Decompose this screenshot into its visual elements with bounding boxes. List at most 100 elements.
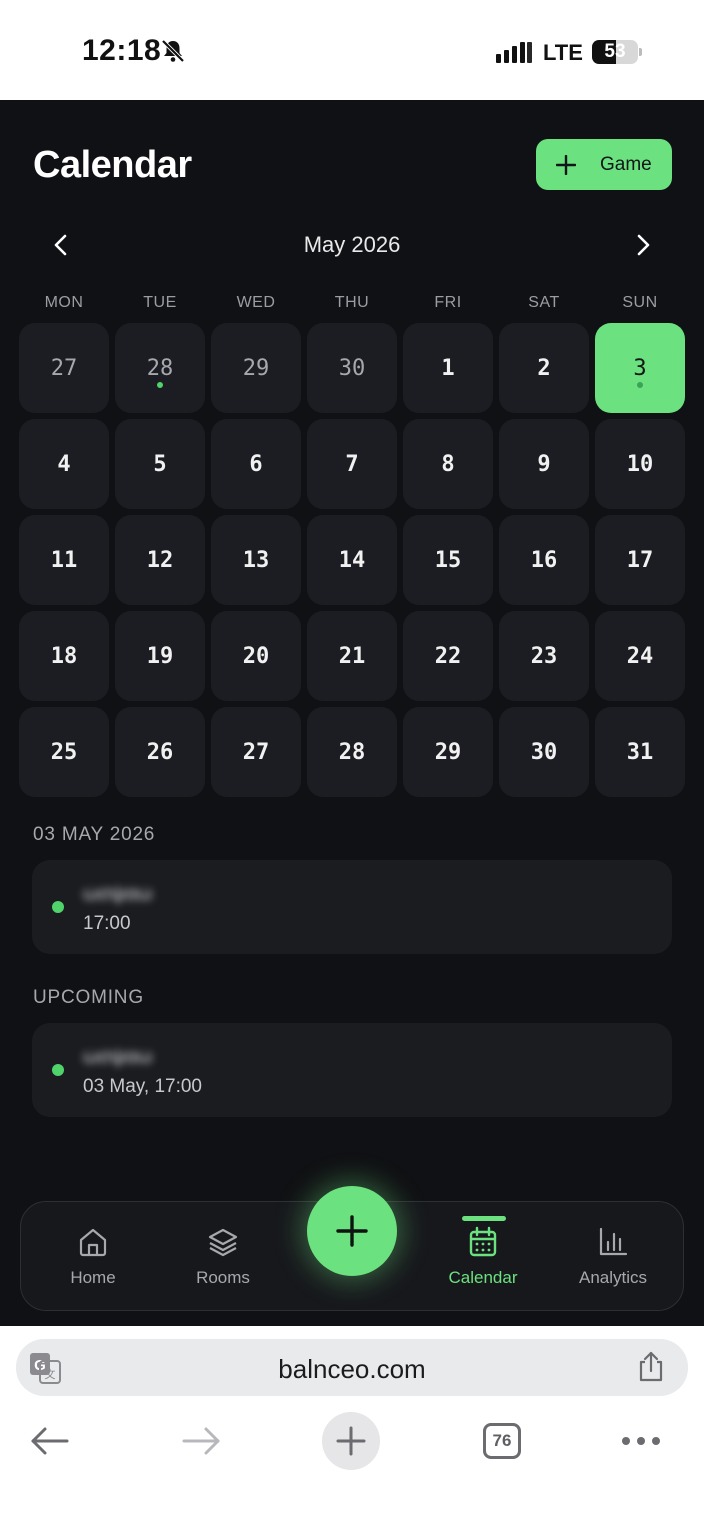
weekday-label: SUN [622,294,658,311]
calendar-day[interactable]: 4 [19,419,109,509]
address-bar[interactable]: G 文 balnceo.com [16,1339,688,1396]
day-number: 21 [338,643,366,669]
day-number: 23 [530,643,558,669]
calendar-day[interactable]: 15 [403,515,493,605]
tab-rooms[interactable]: Rooms [158,1202,288,1310]
calendar-day[interactable]: 9 [499,419,589,509]
calendar-day[interactable]: 21 [307,611,397,701]
calendar-day[interactable]: 16 [499,515,589,605]
layers-icon [208,1228,238,1257]
calendar-grid: 27 28 29 30 1 2 3 4 5 6 7 8 9 10 11 12 13 14 15 16 17 18 19 20 2… [19,323,685,798]
calendar-day[interactable]: 30 [499,707,589,797]
weekday-label: SAT [528,294,560,311]
day-number: 22 [434,643,462,669]
app-screen: Calendar Game May 2026 MON TUE WED THU F… [0,100,704,1326]
day-number: 29 [242,355,270,381]
calendar-day[interactable]: 5 [115,419,205,509]
day-number: 9 [537,451,551,477]
tab-analytics[interactable]: Analytics [548,1202,678,1310]
new-tab-button[interactable] [322,1412,380,1470]
calendar-day[interactable]: 13 [211,515,301,605]
calendar-icon [469,1226,497,1257]
calendar-day[interactable]: 27 [211,707,301,797]
tabs-button[interactable]: 76 [472,1411,532,1471]
plus-icon [336,1426,366,1456]
calendar-day[interactable]: 28 [307,707,397,797]
weekday-label: FRI [434,294,462,311]
weekday-label: TUE [143,294,177,311]
calendar-day-selected[interactable]: 3 [595,323,685,413]
back-button[interactable] [20,1411,80,1471]
tab-calendar[interactable]: Calendar [418,1202,548,1310]
plus-icon [556,154,576,175]
calendar-day[interactable]: 10 [595,419,685,509]
calendar-day[interactable]: 8 [403,419,493,509]
calendar-day[interactable]: 30 [307,323,397,413]
calendar-day[interactable]: 29 [211,323,301,413]
calendar-day[interactable]: 31 [595,707,685,797]
weekday-label: WED [236,294,276,311]
cellular-signal-icon [496,42,532,63]
event-indicator-dot [157,382,163,388]
calendar-day[interactable]: 1 [403,323,493,413]
calendar-day[interactable]: 27 [19,323,109,413]
day-number: 31 [626,739,654,765]
calendar-day[interactable]: 11 [19,515,109,605]
selected-day-heading: 03 MAY 2026 [33,824,156,845]
browser-toolbar: G 文 balnceo.com 76 [0,1326,704,1531]
weekday-label: THU [334,294,370,311]
event-card[interactable]: ωσψαω 17:00 [32,860,672,954]
month-label: May 2026 [303,232,401,257]
calendar-day[interactable]: 19 [115,611,205,701]
day-number: 17 [626,547,654,573]
calendar-day[interactable]: 14 [307,515,397,605]
forward-button[interactable] [171,1411,231,1471]
add-fab-button[interactable] [307,1186,397,1276]
tab-home[interactable]: Home [28,1202,158,1310]
calendar-day[interactable]: 25 [19,707,109,797]
calendar-day[interactable]: 24 [595,611,685,701]
tab-label: Calendar [448,1268,518,1287]
calendar-day[interactable]: 7 [307,419,397,509]
upcoming-heading: UPCOMING [33,987,144,1008]
day-number: 27 [50,355,78,381]
more-icon [622,1437,660,1445]
add-game-label: Game [600,153,652,175]
calendar-day[interactable]: 29 [403,707,493,797]
chevron-right-icon[interactable] [628,230,658,260]
day-number: 11 [50,547,78,573]
bell-muted-icon [161,39,185,63]
day-number: 4 [57,451,71,477]
day-number: 29 [434,739,462,765]
day-number: 30 [530,739,558,765]
calendar-day[interactable]: 22 [403,611,493,701]
calendar-day[interactable]: 6 [211,419,301,509]
status-time: 12:18 [82,34,162,67]
add-game-button[interactable]: Game [536,139,672,190]
arrow-right-icon [182,1427,220,1455]
calendar-day[interactable]: 12 [115,515,205,605]
plus-icon [336,1215,368,1247]
day-number: 13 [242,547,270,573]
day-number: 14 [338,547,366,573]
event-status-dot [52,901,64,913]
calendar-day[interactable]: 20 [211,611,301,701]
day-number: 15 [434,547,462,573]
calendar-day[interactable]: 23 [499,611,589,701]
day-number: 6 [249,451,263,477]
calendar-day[interactable]: 18 [19,611,109,701]
upcoming-event-card[interactable]: ωσψαω 03 May, 17:00 [32,1023,672,1117]
day-number: 12 [146,547,174,573]
calendar-day[interactable]: 17 [595,515,685,605]
event-title: ωσψαω [83,1046,153,1068]
share-icon[interactable] [636,1351,666,1383]
calendar-day[interactable]: 26 [115,707,205,797]
calendar-day[interactable]: 2 [499,323,589,413]
day-number: 10 [626,451,654,477]
more-button[interactable] [611,1411,671,1471]
day-number: 20 [242,643,270,669]
day-number: 2 [537,355,551,381]
weekday-header: MON TUE WED THU FRI SAT SUN [19,294,685,318]
calendar-day[interactable]: 28 [115,323,205,413]
day-number: 1 [441,355,455,381]
